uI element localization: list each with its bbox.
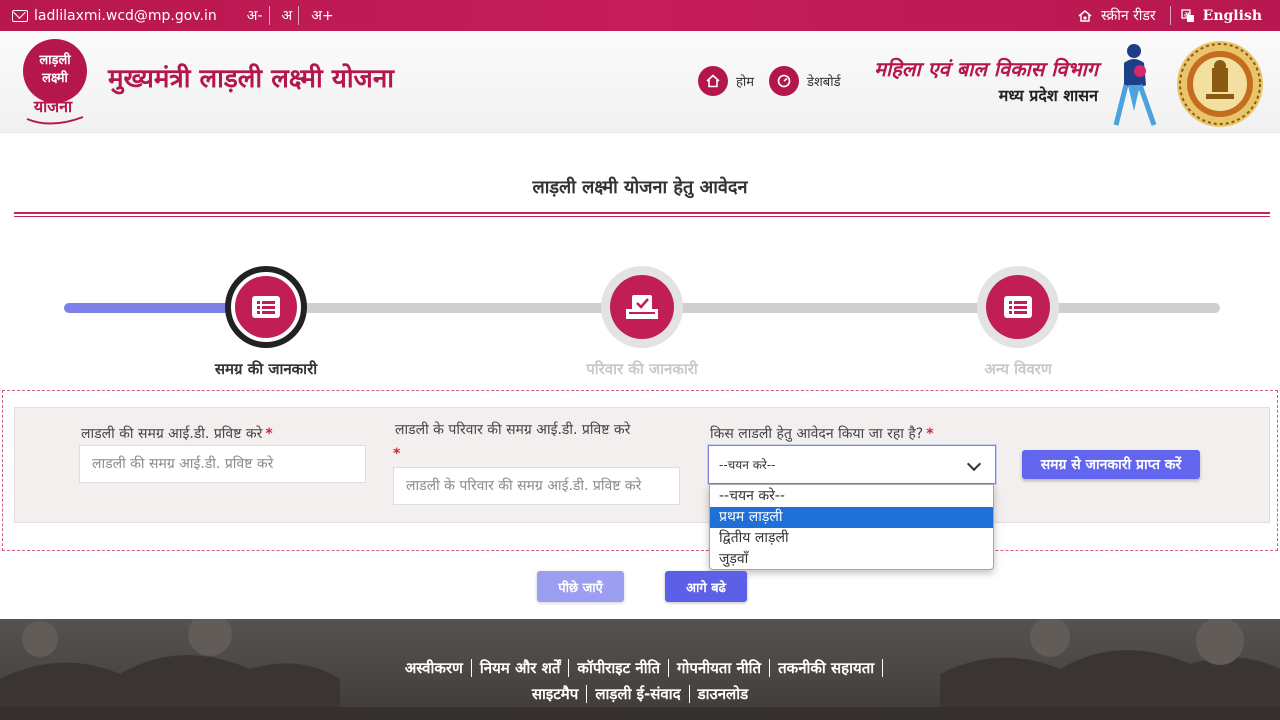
home-link[interactable]: होम [698,66,754,96]
which-ladli-label-text: किस लाडली हेतु आवेदन किया जा रहा है? [710,426,924,442]
footer-link-tech-support[interactable]: तकनीकी सहायता [770,659,884,677]
step-3-label: अन्य विवरण [984,360,1052,378]
mail-icon [12,9,28,22]
page-title: लाड़ली लक्ष्मी योजना हेतु आवेदन [532,177,748,198]
footer-link-download[interactable]: डाउनलोड [690,685,757,703]
step-1-circle [231,272,301,342]
dashboard-label: डेशबोर्ड [807,75,841,90]
required-mark: * [393,446,401,462]
language-switch[interactable]: अ English [1181,8,1262,24]
step-3-circle [986,275,1050,339]
logo-text-1: लाड़ली [38,52,71,68]
footer-link-disclaimer[interactable]: अस्वीकरण [397,659,472,677]
step-2-family[interactable] [601,266,683,348]
required-mark: * [265,426,273,442]
footer-link-copyright[interactable]: कॉपीराइट नीति [569,659,670,677]
ladli-id-label-text: लाडली की समग्र आई.डी. प्रविष्ट करे [81,426,263,442]
logo-text-3: योजना [33,97,73,116]
footer-link-sitemap[interactable]: साइटमैप [524,685,588,703]
screen-reader-label: स्क्रीन रीडर [1101,8,1156,24]
top-bar: ladlilaxmi.wcd@mp.gov.in अ- अ अ+ स्क्रीन… [0,0,1280,31]
step-3-other[interactable] [977,266,1059,348]
font-normal-button[interactable]: अ [276,6,300,25]
step-1-label: समग्र की जानकारी [214,360,318,378]
screen-reader-icon [1078,9,1092,22]
dashboard-icon [769,66,799,96]
top-bar-right: स्क्रीन रीडर अ English [1077,0,1262,31]
mother-child-icon [1110,41,1160,127]
option-second-ladli[interactable]: द्वितीय लाड़ली [710,528,993,549]
font-decrease-button[interactable]: अ- [241,6,270,25]
screen-reader-link[interactable]: स्क्रीन रीडर [1077,6,1171,25]
option-twins[interactable]: जुड़वाँ [710,549,993,570]
ladli-samagra-id-input[interactable] [79,445,366,483]
site-footer: अस्वीकरण नियम और शर्तें कॉपीराइट नीति गो… [0,619,1280,720]
next-button[interactable]: आगे बढे [665,571,747,602]
which-ladli-dropdown: --चयन करे-- प्रथम लाड़ली द्वितीय लाड़ली … [709,484,994,570]
font-increase-button[interactable]: अ+ [305,6,339,25]
step-2-label: परिवार की जानकारी [586,360,698,378]
font-size-controls: अ- अ अ+ [241,6,340,25]
ladli-id-label: लाडली की समग्र आई.डी. प्रविष्ट करे * [81,424,273,443]
language-label: English [1202,7,1262,24]
list-icon [1004,296,1032,318]
footer-row-1: अस्वीकरण नियम और शर्तें कॉपीराइट नीति गो… [0,655,1280,681]
state-emblem-icon [1176,40,1264,128]
option-select[interactable]: --चयन करे-- [710,486,993,507]
which-ladli-select[interactable]: --चयन करे-- [708,445,996,484]
step-2-circle [610,275,674,339]
logo-text-2: लक्ष्मी [41,70,68,86]
site-title: मुख्यमंत्री लाड़ली लक्ष्मी योजना [108,64,395,94]
family-id-required: * [393,446,400,462]
title-divider-thin [14,216,1270,217]
family-samagra-id-input[interactable] [393,467,680,505]
footer-link-privacy[interactable]: गोपनीयता नीति [669,659,771,677]
list-icon [252,296,280,318]
dashboard-link[interactable]: डेशबोर्ड [769,66,841,96]
language-icon: अ [1181,8,1194,22]
family-id-label: लाडली के परिवार की समग्र आई.डी. प्रविष्ट… [395,420,630,439]
option-first-ladli[interactable]: प्रथम लाड़ली [710,507,993,528]
scheme-logo[interactable]: लाड़ली लक्ष्मी योजना [21,37,91,127]
department-name: महिला एवं बाल विकास विभाग मध्य प्रदेश शा… [852,55,1098,106]
footer-row-2: साइटमैप लाड़ली ई-संवाद डाउनलोड [0,681,1280,707]
site-header: लाड़ली लक्ष्मी योजना मुख्यमंत्री लाड़ली … [0,31,1280,133]
top-bar-left: ladlilaxmi.wcd@mp.gov.in अ- अ अ+ [12,0,340,31]
select-value: --चयन करे-- [719,458,776,472]
footer-links: अस्वीकरण नियम और शर्तें कॉपीराइट नीति गो… [0,655,1280,707]
step-1-samagra[interactable] [225,266,307,348]
checkbox-icon [626,295,658,319]
chevron-down-icon [966,456,982,472]
which-ladli-label: किस लाडली हेतु आवेदन किया जा रहा है? * [710,424,934,443]
title-divider [14,212,1270,214]
home-label: होम [736,75,755,90]
home-icon [698,66,728,96]
fetch-samagra-button[interactable]: समग्र से जानकारी प्राप्त करें [1022,450,1200,479]
family-id-label-text: लाडली के परिवार की समग्र आई.डी. प्रविष्ट… [395,422,631,438]
department-line-2: मध्य प्रदेश शासन [998,86,1098,105]
department-line-1: महिला एवं बाल विकास विभाग [874,57,1098,81]
footer-link-e-samvad[interactable]: लाड़ली ई-संवाद [587,685,690,703]
contact-email[interactable]: ladlilaxmi.wcd@mp.gov.in [34,8,217,24]
footer-link-terms[interactable]: नियम और शर्तें [472,659,570,677]
required-mark: * [926,426,934,442]
back-button[interactable]: पीछे जाएँ [537,571,624,602]
